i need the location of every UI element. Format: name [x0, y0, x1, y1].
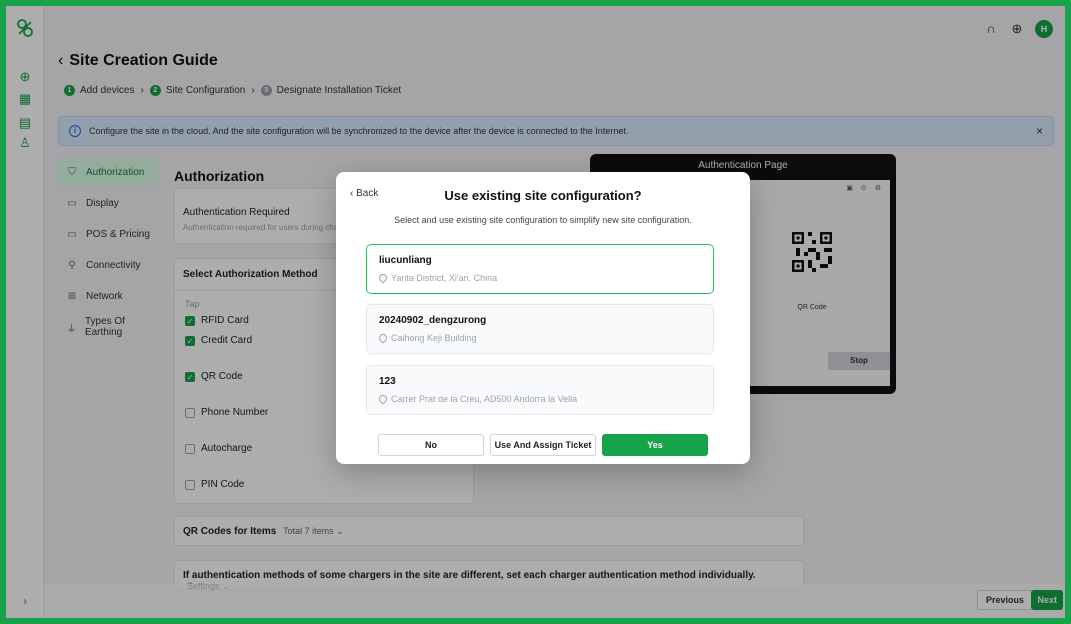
use-and-assign-ticket-button[interactable]: Use And Assign Ticket [490, 434, 596, 456]
address-text: Caihong Keji Building [391, 333, 477, 343]
site-option-address: Caihong Keji Building [377, 332, 701, 344]
no-button[interactable]: No [378, 434, 484, 456]
location-pin-icon [377, 272, 389, 284]
dialog-title: Use existing site configuration? [444, 188, 642, 203]
app-frame: ⊕ ▦ ▤ ♙ › ∩ ⊕ H ‹ Site Creation Guide 1 … [6, 6, 1065, 618]
site-option[interactable]: 20240902_dengzurong Caihong Keji Buildin… [366, 304, 714, 354]
site-option-name: 20240902_dengzurong [379, 315, 487, 326]
address-text: Carrer Prat de la Creu, AD500 Andorra la… [391, 394, 578, 404]
site-option[interactable]: 123 Carrer Prat de la Creu, AD500 Andorr… [366, 365, 714, 415]
site-option-address: Yanta District, Xi'an, China [377, 272, 701, 284]
yes-button[interactable]: Yes [602, 434, 708, 456]
location-pin-icon [377, 393, 389, 405]
address-text: Yanta District, Xi'an, China [391, 273, 498, 283]
dialog-subtitle: Select and use existing site configurati… [394, 215, 692, 225]
location-pin-icon [377, 332, 389, 344]
site-option-address: Carrer Prat de la Creu, AD500 Andorra la… [377, 393, 701, 405]
use-existing-config-dialog: ‹ Back Use existing site configuration? … [336, 172, 750, 464]
site-option-name: 123 [379, 376, 396, 387]
site-option-name: liucunliang [379, 255, 432, 266]
site-option[interactable]: liucunliang Yanta District, Xi'an, China [366, 244, 714, 294]
